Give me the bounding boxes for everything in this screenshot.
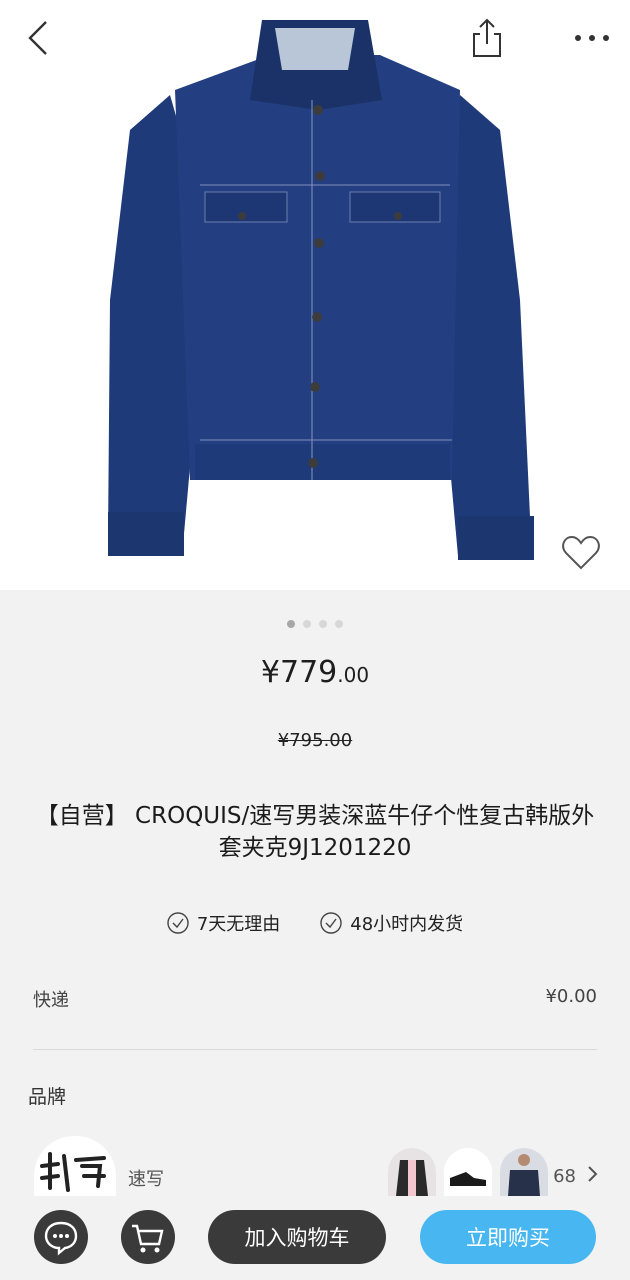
feature-return-policy: 7天无理由 <box>167 910 280 936</box>
brand-product-count: 68 <box>553 1166 576 1187</box>
product-title: 【自营】 CROQUIS/速写男装深蓝牛仔个性复古韩版外套夹克9J1201220 <box>35 803 595 861</box>
original-price: ¥795.00 <box>277 730 353 751</box>
brand-name: 速写 <box>128 1169 164 1190</box>
thumbnail-image[interactable] <box>444 1148 492 1196</box>
check-circle-icon <box>167 912 189 934</box>
brand-row[interactable]: 速写 68 <box>30 1136 600 1196</box>
feature-label: 48小时内发货 <box>350 914 464 935</box>
shipping-row: 快递 ¥0.00 <box>33 986 597 1012</box>
share-button[interactable] <box>466 16 508 60</box>
add-to-cart-button[interactable]: 加入购物车 <box>208 1210 386 1264</box>
cart-button[interactable] <box>121 1210 175 1264</box>
price-decimal: .00 <box>337 663 370 687</box>
back-button[interactable] <box>22 16 56 60</box>
denim-jacket-image <box>108 20 534 560</box>
shipping-fee: ¥0.00 <box>545 986 597 1007</box>
price-main: ¥779 <box>260 655 338 690</box>
carousel-indicator <box>0 620 630 628</box>
shoes-thumbnail <box>444 1148 492 1196</box>
sweater-thumbnail <box>500 1148 548 1196</box>
shipping-label: 快递 <box>33 990 69 1011</box>
brand-product-thumbnails[interactable] <box>388 1148 548 1196</box>
service-features: 7天无理由 48小时内发货 <box>0 910 630 936</box>
brand-section-label: 品牌 <box>28 1086 67 1108</box>
thumbnail-image[interactable] <box>388 1148 436 1196</box>
carousel-dot[interactable] <box>287 620 295 628</box>
check-circle-icon <box>320 912 342 934</box>
chevron-right-icon[interactable] <box>584 1164 600 1184</box>
buy-now-button[interactable]: 立即购买 <box>420 1210 596 1264</box>
more-button[interactable] <box>568 20 616 56</box>
carousel-dot[interactable] <box>303 620 311 628</box>
feature-shipping-time: 48小时内发货 <box>320 910 463 936</box>
carousel-dot[interactable] <box>335 620 343 628</box>
brand-logo-image <box>40 1152 106 1192</box>
chat-bubble-icon <box>44 1221 78 1256</box>
shirt-thumbnail <box>388 1148 436 1196</box>
favorite-button[interactable] <box>558 530 604 576</box>
divider <box>33 1049 597 1050</box>
chevron-left-icon <box>28 21 47 55</box>
chat-button[interactable] <box>34 1210 88 1264</box>
share-icon <box>473 18 501 57</box>
brand-logo[interactable] <box>34 1136 116 1196</box>
bottom-action-bar: 加入购物车 立即购买 <box>0 1196 630 1280</box>
more-dots-icon <box>575 35 609 41</box>
thumbnail-image[interactable] <box>500 1148 548 1196</box>
carousel-dot[interactable] <box>319 620 327 628</box>
cart-icon <box>132 1224 164 1253</box>
product-image[interactable] <box>0 0 630 590</box>
feature-label: 7天无理由 <box>196 914 281 935</box>
heart-outline-icon <box>562 535 600 570</box>
current-price: ¥779.00 <box>0 655 630 690</box>
